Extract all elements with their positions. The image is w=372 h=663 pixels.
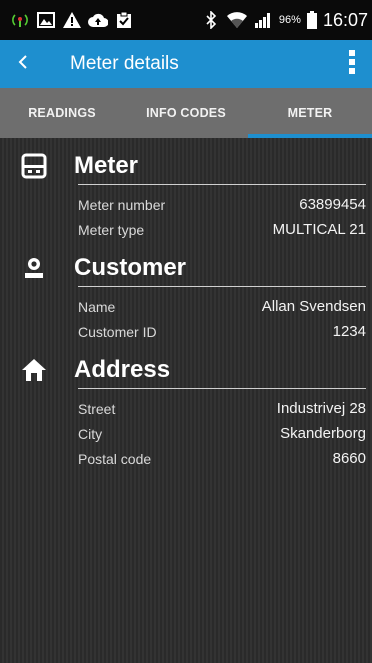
back-button[interactable]	[0, 40, 46, 88]
chevron-left-icon	[18, 54, 28, 74]
detail-row-postal-code: Postal code 8660	[78, 446, 366, 471]
detail-label: Postal code	[78, 450, 152, 467]
status-left-icons	[10, 10, 134, 30]
detail-label: City	[78, 425, 103, 442]
detail-value: 63899454	[299, 196, 366, 213]
status-bar: 96% 16:07	[0, 0, 372, 40]
clipboard-check-icon	[114, 10, 134, 30]
customer-section-divider	[78, 286, 366, 287]
detail-row-meter-number: Meter number 63899454	[78, 192, 366, 217]
address-rows: Street Industrivej 28 City Skanderborg P…	[78, 396, 366, 471]
battery-percent: 96%	[278, 14, 301, 26]
meter-section-title: Meter	[74, 152, 139, 179]
detail-label: Street	[78, 400, 116, 417]
warning-icon	[62, 10, 82, 30]
detail-row-customer-id: Customer ID 1234	[78, 319, 366, 344]
meter-section-header: Meter	[0, 144, 372, 188]
page-title: Meter details	[70, 53, 179, 74]
detail-value: MULTICAL 21	[272, 221, 366, 238]
detail-value: Industrivej 28	[276, 400, 366, 417]
customer-section-header: Customer	[0, 246, 372, 290]
detail-row-meter-type: Meter type MULTICAL 21	[78, 217, 366, 242]
customer-section-title: Customer	[74, 254, 187, 281]
home-icon	[16, 352, 52, 388]
meter-rows: Meter number 63899454 Meter type MULTICA…	[78, 192, 366, 242]
customer-rows: Name Allan Svendsen Customer ID 1234	[78, 294, 366, 344]
address-section-title: Address	[74, 356, 171, 383]
detail-label: Meter type	[78, 221, 145, 238]
app-toolbar: Meter details	[0, 40, 372, 88]
customer-section: Customer Name Allan Svendsen Customer ID…	[0, 246, 372, 344]
detail-row-street: Street Industrivej 28	[78, 396, 366, 421]
overflow-menu-button[interactable]	[332, 40, 372, 88]
meter-icon	[16, 148, 52, 184]
address-section-divider	[78, 388, 366, 389]
person-icon	[16, 250, 52, 286]
meter-section: Meter Meter number 63899454 Meter type M…	[0, 144, 372, 242]
detail-label: Name	[78, 298, 116, 315]
status-right-icons: 96% 16:07	[201, 10, 368, 31]
tab-readings[interactable]: READINGS	[0, 88, 124, 138]
cloud-upload-icon	[88, 10, 108, 30]
tab-bar: READINGS INFO CODES METER	[0, 88, 372, 138]
address-section-header: Address	[0, 348, 372, 392]
bluetooth-icon	[201, 10, 221, 30]
address-section: Address Street Industrivej 28 City Skand…	[0, 348, 372, 471]
detail-value: 1234	[332, 323, 366, 340]
meter-details-content: Meter Meter number 63899454 Meter type M…	[0, 138, 372, 663]
wifi-icon	[226, 10, 247, 30]
detail-value: Allan Svendsen	[261, 298, 366, 315]
detail-row-name: Name Allan Svendsen	[78, 294, 366, 319]
detail-value: Skanderborg	[280, 425, 366, 442]
cell-signal-icon	[253, 10, 273, 30]
detail-label: Customer ID	[78, 323, 157, 340]
tab-info-codes[interactable]: INFO CODES	[124, 88, 248, 138]
image-icon	[36, 10, 56, 30]
detail-label: Meter number	[78, 196, 166, 213]
signal-alert-icon	[10, 10, 30, 30]
detail-row-city: City Skanderborg	[78, 421, 366, 446]
clock: 16:07	[322, 9, 368, 30]
tab-meter[interactable]: METER	[248, 88, 372, 138]
detail-value: 8660	[332, 450, 366, 467]
meter-section-divider	[78, 184, 366, 185]
more-vertical-icon	[349, 49, 355, 79]
battery-icon	[306, 10, 317, 30]
